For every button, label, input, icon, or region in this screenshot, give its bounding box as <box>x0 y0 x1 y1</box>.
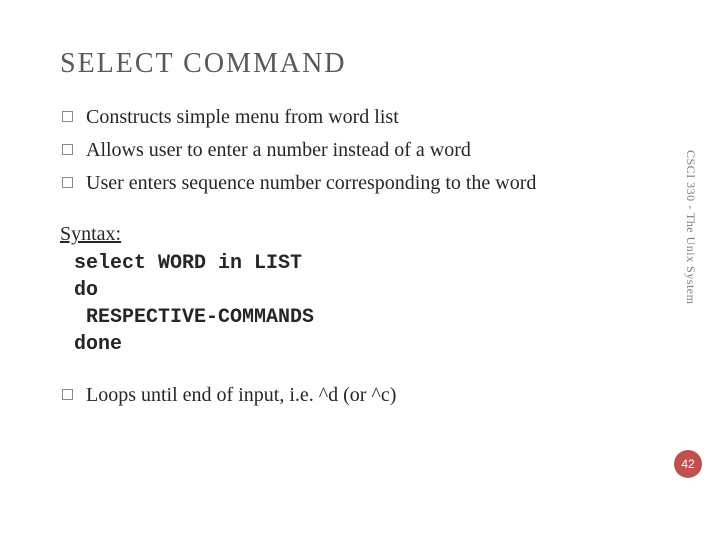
slide-body: Constructs simple menu from word list Al… <box>60 104 660 409</box>
list-item: Constructs simple menu from word list <box>60 104 660 131</box>
list-item: Allows user to enter a number instead of… <box>60 137 660 164</box>
page-number-badge: 42 <box>674 450 702 478</box>
slide: SELECT COMMAND Constructs simple menu fr… <box>0 0 720 540</box>
bullet-list-2: Loops until end of input, i.e. ^d (or ^c… <box>60 382 660 409</box>
page-title: SELECT COMMAND <box>60 48 660 80</box>
list-item: Loops until end of input, i.e. ^d (or ^c… <box>60 382 660 409</box>
course-label: CSCI 330 - The Unix System <box>683 150 698 304</box>
list-item: User enters sequence number correspondin… <box>60 170 660 197</box>
code-block: select WORD in LIST do RESPECTIVE-COMMAN… <box>74 250 660 358</box>
syntax-label: Syntax: <box>60 221 660 248</box>
bullet-list-1: Constructs simple menu from word list Al… <box>60 104 660 197</box>
